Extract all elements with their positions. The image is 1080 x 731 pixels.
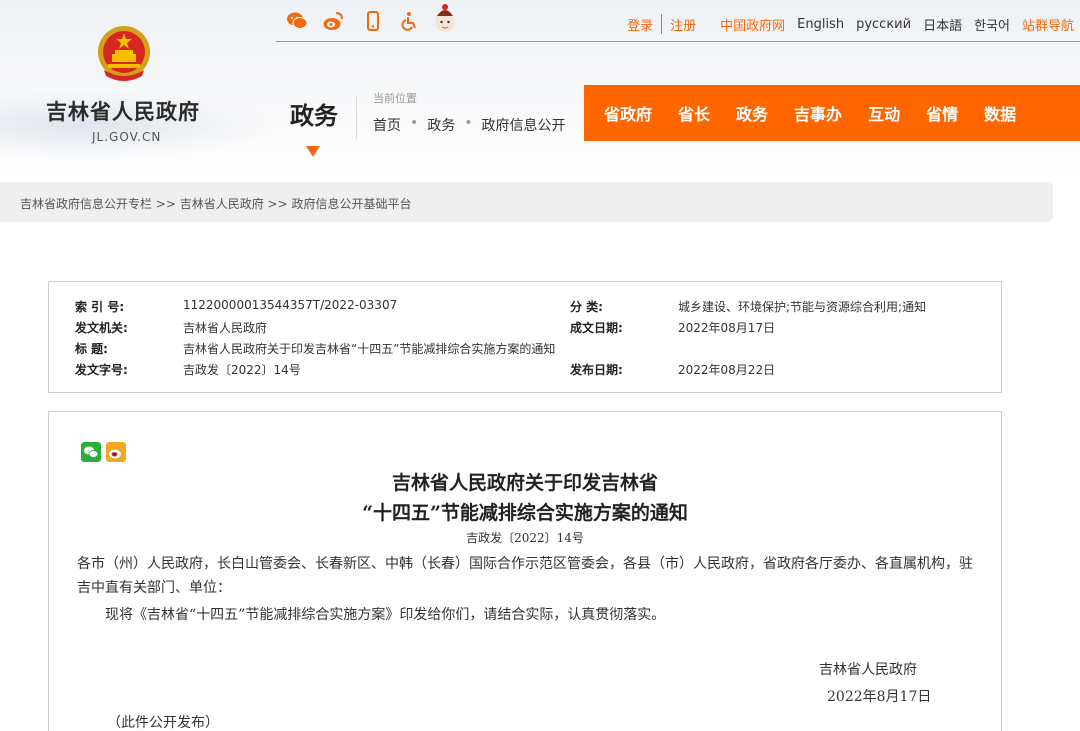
nav-item-politics[interactable]: 政务 [736,101,768,125]
location-home-link[interactable]: 首页 [373,115,401,135]
english-link[interactable]: English [797,17,844,32]
article-title-line: 吉林省人民政府关于印发吉林省 [391,472,658,494]
metadata-row: 发文字号: 吉政发〔2022〕14号 发布日期: 2022年08月22日 [49,361,1001,379]
category-value: 城乡建设、环境保护;节能与资源综合利用;通知 [678,300,927,314]
accessibility-icon[interactable] [398,10,420,32]
separator-dot: • [464,115,473,131]
site-group-nav-link[interactable]: 站群导航 [1022,15,1074,34]
metadata-row: 发文机关: 吉林省人民政府 成文日期: 2022年08月17日 [49,319,1001,337]
article-document-number: 吉政发〔2022〕14号 [466,531,584,545]
index-number-value: 11220000013544357T/2022-03307 [183,298,398,312]
location-path: 首页 • 政务 • 政府信息公开 [373,115,566,135]
mascot-icon[interactable] [432,2,458,36]
breadcrumb[interactable]: 吉林省政府信息公开专栏 >> 吉林省人民政府 >> 政府信息公开基础平台 [0,182,1053,222]
location-politics-link[interactable]: 政务 [427,115,455,135]
document-number-value: 吉政发〔2022〕14号 [183,363,301,377]
published-date-label: 发布日期: [570,363,623,377]
article-signature: 吉林省人民政府 [819,662,917,678]
site-name[interactable]: 吉林省人民政府 [46,96,200,126]
published-date-value: 2022年08月22日 [678,363,776,377]
created-date-label: 成文日期: [570,321,623,335]
article-paragraph: 现将《吉林省“十四五”节能减排综合实施方案》印发给你们，请结合实际，认真贯彻落实… [105,607,666,623]
national-emblem-icon [98,26,150,81]
location-label: 当前位置 [373,92,417,105]
nav-item-governor[interactable]: 省长 [678,101,710,125]
nav-item-jishiban[interactable]: 吉事办 [794,101,842,125]
site-domain: JL.GOV.CN [92,130,162,144]
top-links: 登录 注册 中国政府网 English русский 日本語 한국어 站群导航 [615,14,1074,34]
separator-dot: • [410,115,419,131]
mobile-icon[interactable] [362,10,384,32]
login-link[interactable]: 登录 [627,15,653,34]
russian-link[interactable]: русский [856,17,911,32]
korean-link[interactable]: 한국어 [974,15,1010,34]
weibo-icon[interactable] [322,10,344,32]
title-label: 标 题: [75,342,108,356]
article-title: 吉林省人民政府关于印发吉林省 “十四五”节能减排综合实施方案的通知 [49,468,1001,528]
index-number-label: 索 引 号: [75,300,125,314]
issuer-value: 吉林省人民政府 [183,321,268,335]
main-navigation: 省政府 省长 政务 吉事办 互动 省情 省情 数据 [584,85,1080,141]
nav-item-interaction[interactable]: 互动 [868,101,900,125]
wechat-share-icon[interactable] [81,442,101,462]
nav-item-data-label[interactable]: 数据 [984,101,1016,125]
china-gov-link[interactable]: 中国政府网 [720,15,785,34]
created-date-value: 2022年08月17日 [678,321,776,335]
article-recipients: 各市（州）人民政府，长白山管委会、长春新区、中韩（长春）国际合作示范区管委会，各… [77,556,973,596]
top-bar: 登录 注册 中国政府网 English русский 日本語 한국어 站群导航 [276,0,1080,42]
metadata-row: 索 引 号: 11220000013544357T/2022-03307 分 类… [49,298,1001,316]
article-date: 2022年8月17日 [827,689,932,705]
document-number-label: 发文字号: [75,363,128,377]
wechat-icon[interactable] [286,10,308,32]
category-label: 分 类: [570,300,603,314]
japanese-link[interactable]: 日本語 [923,15,962,34]
issuer-label: 发文机关: [75,321,128,335]
metadata-row: 标 题: 吉林省人民政府关于印发吉林省“十四五”节能减排综合实施方案的通知 [49,340,1001,358]
article-content: 吉林省人民政府关于印发吉林省 “十四五”节能减排综合实施方案的通知 吉政发〔20… [48,411,1002,731]
section-indicator-arrow [306,146,320,157]
title-value: 吉林省人民政府关于印发吉林省“十四五”节能减排综合实施方案的通知 [183,342,556,356]
register-link[interactable]: 注册 [670,15,696,34]
weibo-share-icon[interactable] [106,442,126,462]
article-title-line: “十四五”节能减排综合实施方案的通知 [362,502,688,524]
document-metadata-table: 索 引 号: 11220000013544357T/2022-03307 分 类… [48,281,1002,393]
article-note: （此件公开发布） [107,715,219,731]
location-info-disclosure-link[interactable]: 政府信息公开 [482,115,566,135]
nav-item-provincial-government[interactable]: 省政府 [604,101,652,125]
section-title[interactable]: 政务 [290,96,338,131]
divider [661,14,663,34]
divider [356,96,357,140]
nav-item-province-info[interactable]: 省情 [926,101,958,125]
